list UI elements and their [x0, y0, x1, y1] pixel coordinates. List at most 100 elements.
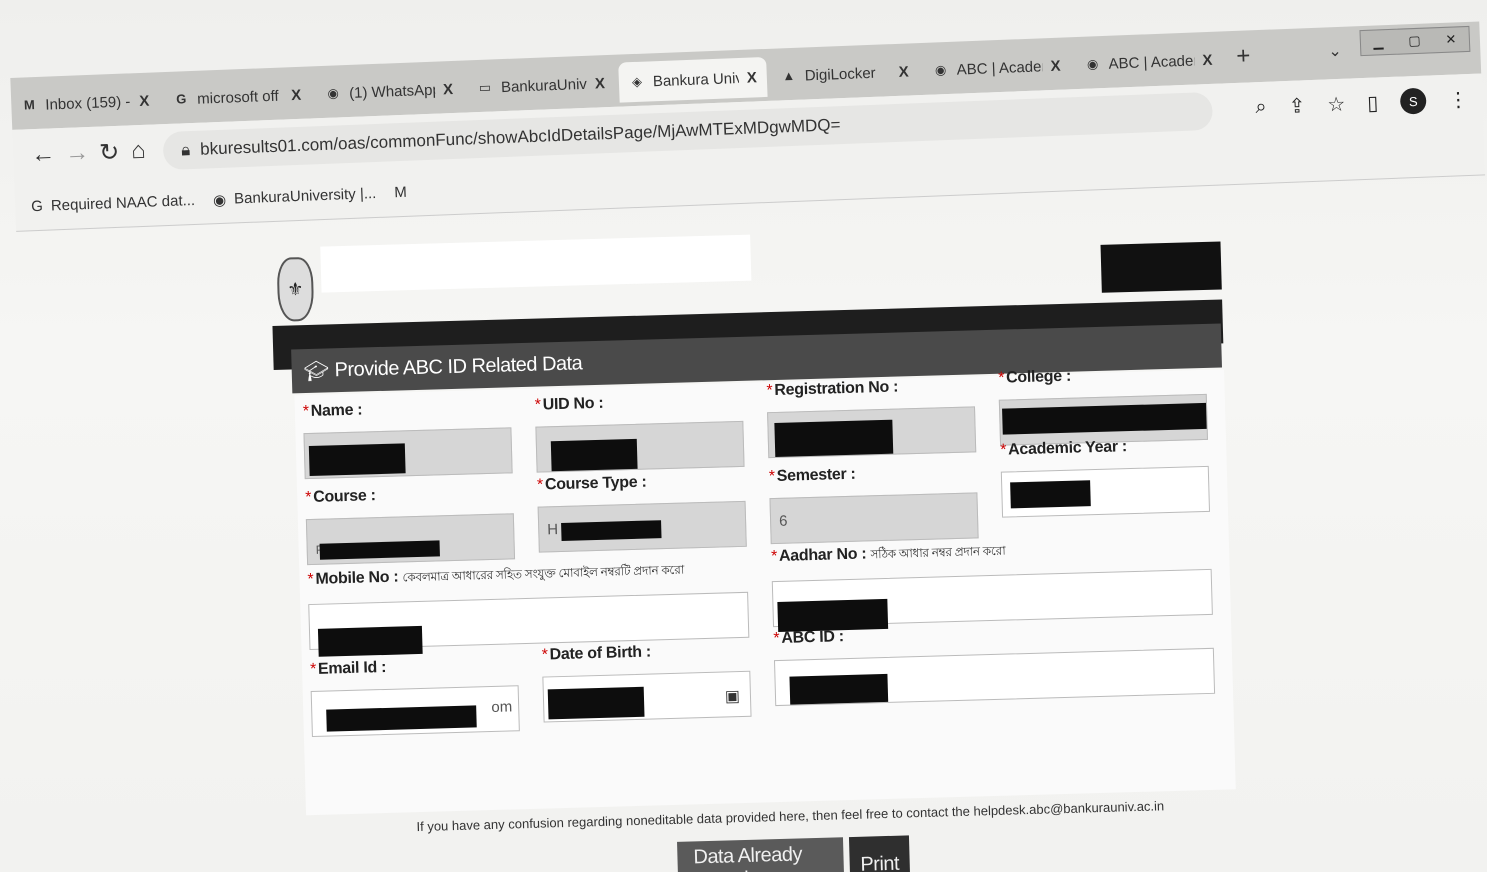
tab-microsoft[interactable]: G microsoft off X	[162, 74, 311, 120]
mobile-hint: কেবলমাত্র আধারের সহিত সংযুক্ত মোবাইল নম্…	[402, 562, 685, 585]
toolbar-actions: ⌕ ⇪ ☆ ▯ S ⋮	[1255, 86, 1469, 120]
globe-icon: ◉	[212, 191, 227, 209]
academic-year-input[interactable]	[1000, 465, 1211, 518]
academic-year-field: *Academic Year :	[1000, 436, 1211, 518]
redacted-value	[550, 438, 638, 472]
bookmark-label: Required NAAC dat...	[50, 191, 196, 215]
close-icon[interactable]: X	[443, 80, 454, 97]
tab-bankura-active[interactable]: ◈ Bankura Univ X	[618, 56, 768, 103]
college-field: *College :	[998, 364, 1209, 446]
share-icon[interactable]: ⇪	[1288, 93, 1306, 119]
academic-year-label: Academic Year :	[1007, 438, 1128, 459]
mobile-label: Mobile No :	[315, 568, 399, 588]
close-icon[interactable]: X	[139, 92, 150, 109]
close-icon[interactable]: X	[746, 69, 757, 86]
digilocker-icon: ▲	[782, 67, 796, 84]
aadhar-label: Aadhar No :	[778, 545, 867, 565]
abc-id-label: ABC ID :	[781, 628, 845, 647]
star-icon[interactable]: ☆	[1327, 91, 1346, 117]
name-input	[303, 427, 513, 480]
abc-form-page: ⚜ 🎓︎ Provide ABC ID Related Data *Name :…	[270, 211, 1236, 872]
print-button[interactable]: Print	[848, 835, 911, 872]
tab-label: Bankura Univ	[652, 69, 740, 90]
minimize-icon[interactable]: ▁	[1373, 34, 1384, 50]
tab-abc-2[interactable]: ◉ ABC | Acader X	[1074, 39, 1223, 85]
close-icon[interactable]: X	[1202, 51, 1213, 68]
reload-icon[interactable]: ↻	[99, 138, 120, 168]
college-label: College :	[1005, 367, 1072, 387]
page-icon: ▭	[478, 79, 492, 95]
registration-label: Registration No :	[774, 378, 899, 399]
menu-icon[interactable]: ⋮	[1448, 87, 1469, 113]
uid-field: *UID No :	[535, 391, 745, 473]
new-tab-button[interactable]: +	[1236, 42, 1251, 71]
semester-field: *Semester : 6	[769, 462, 979, 545]
dob-input[interactable]: ▣	[542, 670, 752, 723]
email-input[interactable]: om	[310, 685, 520, 738]
abc-id-input[interactable]	[773, 647, 1216, 707]
tab-digilocker[interactable]: ▲ DigiLocker X	[770, 51, 919, 97]
redacted-value	[561, 520, 662, 541]
abc-form: *Name : *UID No : *Registration No : *Co…	[294, 368, 1236, 816]
avatar[interactable]: S	[1399, 87, 1427, 115]
redacted-value	[1002, 402, 1207, 435]
tab-label: ABC | Acader	[1108, 51, 1195, 73]
semester-label: Semester :	[776, 465, 856, 485]
tab-label: BankuraUniv	[500, 75, 588, 96]
maximize-icon[interactable]: ▢	[1408, 33, 1421, 49]
aadhar-hint: সঠিক আধার নম্বর প্রদান করো	[870, 543, 1006, 562]
chevron-down-icon[interactable]: ⌄	[1328, 41, 1342, 61]
forward-icon[interactable]: →	[65, 139, 90, 168]
globe-icon: ◉	[934, 62, 947, 78]
sidepanel-icon[interactable]: ▯	[1367, 90, 1379, 115]
email-field: *Email Id : om	[310, 655, 520, 738]
tab-inbox[interactable]: M Inbox (159) - X	[11, 80, 160, 126]
close-window-icon[interactable]: ✕	[1445, 31, 1457, 47]
gmail-icon: M	[393, 183, 408, 202]
url-text: bkuresults01.com/oas/commonFunc/showAbcI…	[199, 115, 841, 159]
close-icon[interactable]: X	[291, 86, 302, 103]
university-logo: ⚜	[276, 256, 315, 322]
name-label: Name :	[310, 401, 363, 420]
aadhar-input[interactable]	[771, 568, 1213, 632]
tab-label: Inbox (159) -	[45, 92, 131, 114]
globe-icon: ◉	[1086, 56, 1099, 72]
whatsapp-icon: ◉	[327, 85, 340, 101]
tab-bankura-1[interactable]: ▭ BankuraUniv X	[466, 63, 615, 109]
tab-whatsapp[interactable]: ◉ (1) WhatsApp X	[314, 69, 463, 115]
tab-label: DigiLocker	[804, 64, 876, 84]
uid-label: UID No :	[542, 394, 604, 414]
close-icon[interactable]: X	[1050, 57, 1061, 74]
window-controls[interactable]: ▁ ▢ ✕	[1359, 25, 1471, 57]
google-icon: G	[30, 197, 44, 216]
home-icon[interactable]: ⌂	[131, 137, 147, 166]
email-label: Email Id :	[317, 658, 387, 678]
tab-abc-1[interactable]: ◉ ABC | Acader X	[922, 45, 1071, 91]
dob-label: Date of Birth :	[549, 643, 652, 664]
mobile-input[interactable]	[308, 591, 750, 657]
bookmark-bankura[interactable]: ◉ BankuraUniversity |...	[212, 184, 377, 209]
redacted-value	[319, 540, 440, 560]
gmail-icon: M	[23, 97, 36, 113]
mobile-field: *Mobile No : কেবলমাত্র আধারের সহিত সংযুক…	[307, 559, 750, 657]
redacted-value	[326, 705, 477, 732]
course-type-input: H	[537, 500, 747, 553]
uid-input	[535, 420, 745, 473]
close-icon[interactable]: X	[595, 75, 606, 92]
redacted-value	[1010, 480, 1091, 509]
zoom-icon[interactable]: ⌕	[1255, 95, 1267, 118]
course-type-field: *Course Type : H	[537, 471, 747, 553]
course-field: *Course : POLITICAL SCIENCE	[305, 483, 516, 566]
redacted-value	[789, 673, 889, 705]
bookmark-label: BankuraUniversity |...	[233, 184, 377, 208]
header-banner	[320, 234, 752, 293]
close-icon[interactable]: X	[898, 63, 909, 80]
calendar-icon[interactable]: ▣	[725, 686, 741, 706]
back-icon[interactable]: ←	[31, 140, 56, 169]
bookmark-naac[interactable]: G Required NAAC dat...	[31, 192, 195, 215]
bookmark-gmail[interactable]: M	[394, 184, 407, 201]
aadhar-field: *Aadhar No : সঠিক আধার নম্বর প্রদান করো	[771, 536, 1213, 632]
tab-label: (1) WhatsApp	[348, 81, 436, 102]
data-already-saved-button[interactable]: Data Already Saved	[677, 837, 845, 872]
registration-input	[767, 406, 977, 459]
